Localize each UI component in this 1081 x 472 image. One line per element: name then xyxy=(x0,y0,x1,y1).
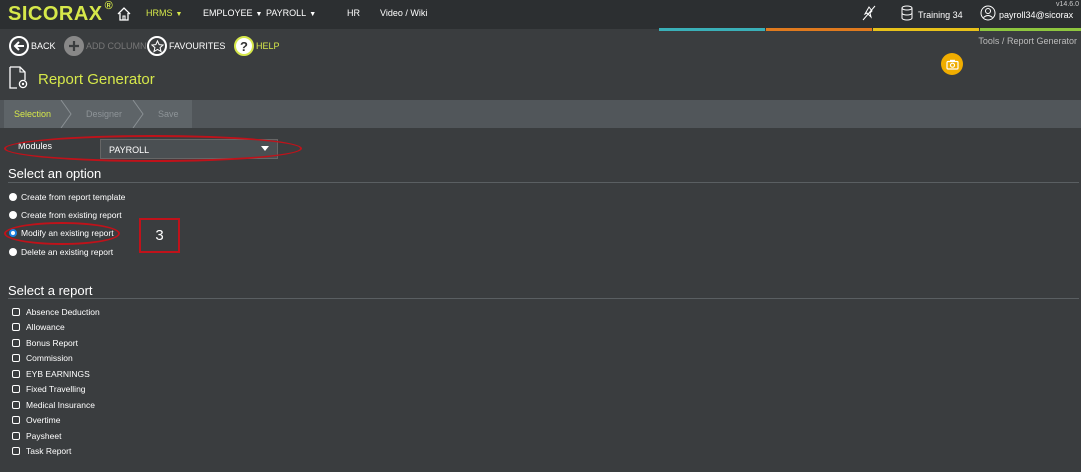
wizard-step-save[interactable]: Save xyxy=(158,100,179,128)
training-label[interactable]: Training 34 xyxy=(918,10,963,20)
divider xyxy=(8,298,1079,299)
report-item[interactable]: Fixed Travelling xyxy=(12,383,86,395)
checkbox[interactable] xyxy=(12,416,20,424)
checkbox[interactable] xyxy=(12,354,20,362)
checkbox[interactable] xyxy=(12,339,20,347)
nav-video-wiki[interactable]: Video / Wiki xyxy=(380,8,427,18)
report-item[interactable]: Overtime xyxy=(12,414,60,426)
colorbar-segment-4 xyxy=(980,28,1081,31)
report-item[interactable]: Task Report xyxy=(12,445,71,457)
wizard-bar: Selection Designer Save xyxy=(0,100,1081,128)
select-report-heading: Select a report xyxy=(8,283,93,298)
breadcrumb-parent[interactable]: Tools / xyxy=(978,36,1004,46)
home-icon[interactable] xyxy=(116,6,132,22)
radio-button[interactable] xyxy=(9,193,17,201)
nav-payroll[interactable]: PAYROLL ▼ xyxy=(266,8,316,18)
checkbox[interactable] xyxy=(12,401,20,409)
report-item[interactable]: Bonus Report xyxy=(12,337,78,349)
wizard-steps: Selection Designer Save xyxy=(4,100,192,128)
option-create-from-template[interactable]: Create from report template xyxy=(9,191,125,203)
top-bar: SICORAX ® HRMS ▼ EMPLOYEE ▼ PAYROLL ▼ HR Vid… xyxy=(0,0,1081,29)
screenshot-button[interactable] xyxy=(941,53,963,75)
page-title: Report Generator xyxy=(38,71,155,88)
nav-hrms[interactable]: HRMS ▼ xyxy=(146,8,182,18)
report-item[interactable]: Allowance xyxy=(12,321,65,333)
version-label: v14.6.0 xyxy=(1056,1,1079,8)
colorbar-segment-3 xyxy=(873,28,979,31)
report-item[interactable]: Paysheet xyxy=(12,430,61,442)
chevron-right-icon xyxy=(132,100,144,128)
option-delete-existing[interactable]: Delete an existing report xyxy=(9,246,113,258)
divider xyxy=(8,182,1079,183)
breadcrumb-current: Report Generator xyxy=(1006,36,1077,46)
report-item[interactable]: Absence Deduction xyxy=(12,306,100,318)
help-button[interactable]: ? HELP xyxy=(234,36,280,56)
breadcrumb: Tools / Report Generator xyxy=(978,36,1077,46)
checkbox[interactable] xyxy=(12,370,20,378)
report-item[interactable]: Medical Insurance xyxy=(12,399,95,411)
checkbox[interactable] xyxy=(12,432,20,440)
plus-icon xyxy=(64,36,84,56)
checkbox[interactable] xyxy=(12,385,20,393)
database-icon xyxy=(901,5,913,21)
checkbox[interactable] xyxy=(12,447,20,455)
pin-off-icon[interactable] xyxy=(862,5,876,21)
colorbar-segment-2 xyxy=(766,28,872,31)
select-option-heading: Select an option xyxy=(8,166,102,181)
nav-hr[interactable]: HR xyxy=(347,8,360,18)
chevron-right-icon xyxy=(60,100,72,128)
radio-button[interactable] xyxy=(9,211,17,219)
back-button[interactable]: BACK xyxy=(9,36,56,56)
annotation-ellipse-modules xyxy=(4,135,302,162)
add-column-button[interactable]: ADD COLUMN xyxy=(64,36,147,56)
app-logo[interactable]: SICORAX ® xyxy=(8,0,113,26)
report-item[interactable]: EYB EARNINGS xyxy=(12,368,90,380)
user-icon xyxy=(980,5,996,21)
back-arrow-icon xyxy=(9,36,29,56)
annotation-ellipse-modify xyxy=(4,222,120,245)
report-item[interactable]: Commission xyxy=(12,352,73,364)
report-file-icon xyxy=(9,66,28,89)
checkbox[interactable] xyxy=(12,308,20,316)
option-create-from-existing[interactable]: Create from existing report xyxy=(9,209,122,221)
user-label[interactable]: payroll34@sicorax xyxy=(999,10,1073,20)
camera-icon xyxy=(945,59,959,70)
wizard-step-designer[interactable]: Designer xyxy=(86,100,122,128)
favourites-button[interactable]: FAVOURITES xyxy=(147,36,225,56)
checkbox[interactable] xyxy=(12,323,20,331)
annotation-step-badge: 3 xyxy=(139,218,180,253)
radio-button[interactable] xyxy=(9,248,17,256)
nav-employee[interactable]: EMPLOYEE ▼ xyxy=(203,8,262,18)
help-icon: ? xyxy=(234,36,254,56)
colorbar-segment-1 xyxy=(659,28,765,31)
wizard-step-selection[interactable]: Selection xyxy=(14,100,51,128)
star-icon xyxy=(147,36,167,56)
